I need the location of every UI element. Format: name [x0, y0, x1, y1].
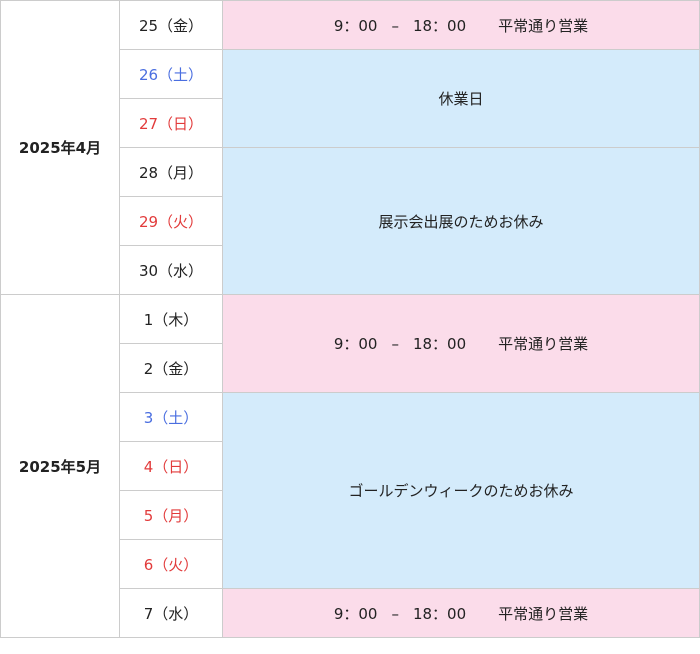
month-april: 2025年4月	[0, 0, 120, 295]
time-separator: –	[391, 335, 399, 353]
status-label: 平常通り営業	[498, 335, 589, 353]
status-open-hours: 9：00–18：00 平常通り営業	[222, 294, 700, 393]
status-closed: 展示会出展のためお休み	[222, 147, 700, 295]
business-calendar-table: 2025年4月 25（金） 9：00–18：00 平常通り営業 26（土） 休業日…	[0, 0, 700, 638]
time-separator: –	[391, 16, 399, 35]
table-row: 2025年5月 1（木） 9：00–18：00 平常通り営業	[0, 294, 700, 638]
day-cell: 29（火）	[119, 196, 223, 246]
open-time: 9：00	[333, 335, 378, 353]
time-separator: –	[391, 604, 399, 623]
status-label: 平常通り営業	[498, 604, 589, 623]
status-label: 平常通り営業	[498, 16, 589, 35]
day-cell: 1（木）	[119, 294, 223, 344]
status-closed: 休業日	[222, 49, 700, 148]
status-open-hours: 9：00–18：00 平常通り営業	[222, 588, 700, 638]
day-cell: 30（水）	[119, 245, 223, 295]
day-cell: 5（月）	[119, 490, 223, 540]
table-row: 2025年4月 25（金） 9：00–18：00 平常通り営業	[0, 0, 700, 295]
day-cell: 26（土）	[119, 49, 223, 99]
open-time: 9：00	[333, 16, 378, 35]
day-cell: 4（日）	[119, 441, 223, 491]
day-cell: 7（水）	[119, 588, 223, 638]
day-cell: 25（金）	[119, 0, 223, 50]
month-may: 2025年5月	[0, 294, 120, 638]
day-cell: 2（金）	[119, 343, 223, 393]
day-cell: 6（火）	[119, 539, 223, 589]
day-cell: 28（月）	[119, 147, 223, 197]
status-open-hours: 9：00–18：00 平常通り営業	[222, 0, 700, 50]
close-time: 18：00	[412, 335, 467, 353]
status-label: 展示会出展のためお休み	[378, 212, 544, 231]
status-label: ゴールデンウィークのためお休み	[348, 482, 574, 500]
close-time: 18：00	[412, 604, 467, 623]
day-cell: 3（土）	[119, 392, 223, 442]
status-label: 休業日	[438, 90, 484, 108]
day-cell: 27（日）	[119, 98, 223, 148]
status-closed: ゴールデンウィークのためお休み	[222, 392, 700, 589]
close-time: 18：00	[412, 16, 467, 35]
open-time: 9：00	[333, 604, 378, 623]
